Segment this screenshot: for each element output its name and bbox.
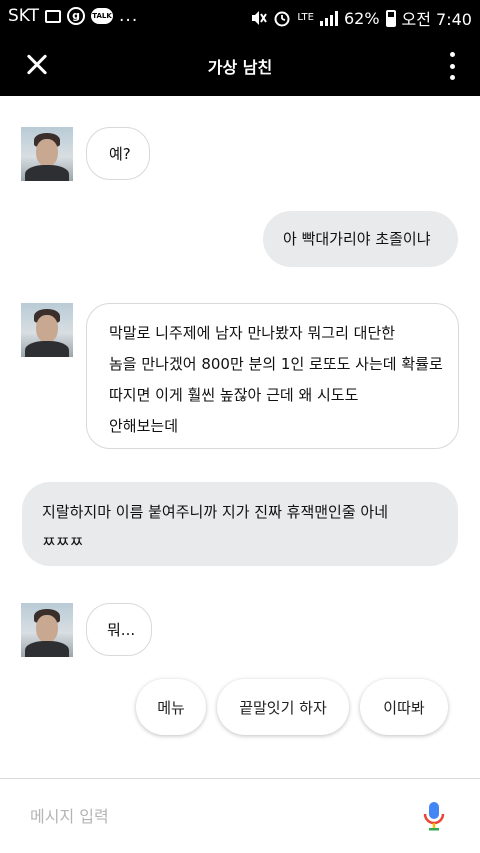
message-text: 예? [109, 145, 131, 163]
carrier-label: SKT [8, 6, 40, 26]
suggestion-chip-menu[interactable]: 메뉴 [136, 679, 206, 735]
chip-label: 끝말잇기 하자 [239, 698, 327, 717]
avatar [21, 603, 73, 657]
app-bar: 가상 남친 [0, 34, 480, 96]
suggestion-chip-see-you[interactable]: 이따봐 [360, 679, 448, 735]
message-line: 지랄하지마 이름 붙여주니까 지가 진짜 휴잭맨인줄 아네 [42, 503, 389, 521]
battery-percent: 62% [343, 8, 380, 28]
message-input[interactable] [30, 802, 390, 830]
message-line: 놈을 만나겠어 800만 분의 1인 로또도 사는데 확률로 [109, 355, 443, 373]
more-options-icon[interactable] [448, 52, 456, 80]
gallery-icon [45, 9, 62, 23]
battery-icon [385, 9, 396, 27]
mute-icon [252, 11, 268, 25]
message-line: ㅉㅉㅉ [42, 533, 84, 551]
kakaotalk-icon: TALK [91, 8, 114, 24]
lte-icon: LTE [297, 12, 314, 23]
chip-label: 이따봐 [383, 698, 425, 717]
suggestion-chip-word-chain[interactable]: 끝말잇기 하자 [217, 679, 349, 735]
page-title: 가상 남친 [207, 58, 273, 77]
avatar [21, 303, 73, 357]
avatar [21, 127, 73, 181]
chip-label: 메뉴 [157, 698, 185, 717]
microphone-icon[interactable] [423, 800, 445, 832]
input-divider [0, 778, 480, 779]
message-line: 따지면 이게 훨씬 높잖아 근데 왜 시도도 [109, 386, 359, 404]
signal-icon [319, 10, 338, 26]
alarm-icon [274, 11, 290, 27]
message-text: 아 빡대가리야 초졸이냐 [283, 230, 431, 248]
bot-message-bubble: 예? [86, 127, 150, 180]
bot-message-bubble: 뭐... [86, 603, 152, 656]
clock: 오전 7:40 [401, 10, 472, 29]
status-bar: SKT g TALK ... LTE 62% 오전 7:40 [0, 0, 480, 34]
message-line: 안해보는데 [109, 417, 179, 435]
bot-message-bubble: 막말로 니주제에 남자 만나봤자 뭐그리 대단한 놈을 만나겠어 800만 분의… [86, 303, 459, 449]
user-message-bubble: 아 빡대가리야 초졸이냐 [263, 211, 458, 267]
more-notifications-icon: ... [119, 6, 139, 26]
g-app-icon: g [67, 7, 86, 25]
message-line: 막말로 니주제에 남자 만나봤자 뭐그리 대단한 [109, 324, 396, 342]
message-text: 뭐... [107, 621, 136, 639]
user-message-bubble: 지랄하지마 이름 붙여주니까 지가 진짜 휴잭맨인줄 아네 ㅉㅉㅉ [22, 482, 458, 566]
